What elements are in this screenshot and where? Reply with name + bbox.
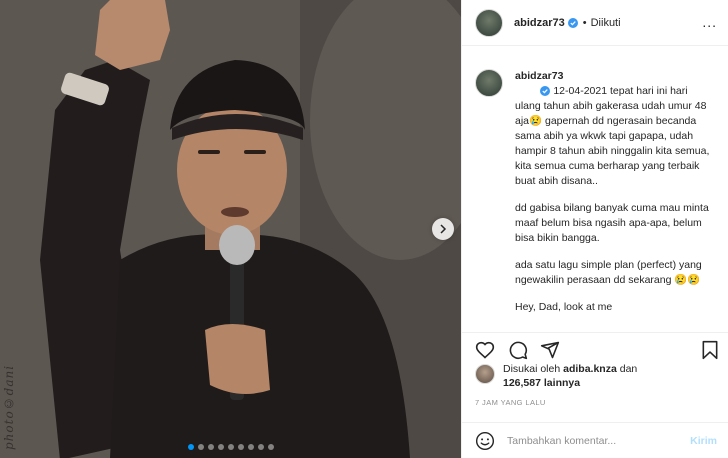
verified-badge-icon <box>540 86 551 97</box>
caption-paragraph: dd gabisa bilang banyak cuma mau minta m… <box>515 202 712 244</box>
chevron-right-icon <box>440 224 447 234</box>
carousel-dot <box>187 444 194 450</box>
post-comment-button[interactable]: Kirim <box>690 435 717 447</box>
caption-area: abidzar73 12-04-2021 tepat hari ini hari… <box>462 47 728 327</box>
post-photo <box>0 0 461 458</box>
post-header: abidzar73 • Diikuti ... <box>462 0 728 46</box>
likes-text: Disukai oleh adiba.knza dan 126,587 lain… <box>503 362 637 390</box>
carousel-dot <box>257 444 264 450</box>
header-username[interactable]: abidzar73 <box>514 17 565 29</box>
post-side-panel: abidzar73 • Diikuti ... abidzar73 12-04-… <box>461 0 728 458</box>
post-media[interactable]: photo©dani <box>0 0 461 458</box>
carousel-dot <box>197 444 204 450</box>
heart-icon[interactable] <box>475 340 495 360</box>
carousel-dot <box>267 444 274 450</box>
comment-icon[interactable] <box>508 340 528 360</box>
likes-suffix[interactable]: lainnya <box>544 377 580 389</box>
carousel-dot <box>237 444 244 450</box>
bookmark-icon[interactable] <box>700 340 720 360</box>
likes-summary: Disukai oleh adiba.knza dan 126,587 lain… <box>475 362 715 390</box>
likes-conjunction: dan <box>619 363 638 375</box>
post-actions <box>462 332 728 362</box>
comment-input[interactable] <box>507 434 667 447</box>
carousel-dot <box>217 444 224 450</box>
avatar[interactable] <box>475 8 503 37</box>
more-options-button[interactable]: ... <box>702 14 717 30</box>
share-icon[interactable] <box>540 340 560 360</box>
carousel-dot <box>247 444 254 450</box>
caption-paragraph: Hey, Dad, look at me <box>515 301 613 313</box>
caption-paragraph: abidzar73 12-04-2021 tepat hari ini hari… <box>515 69 715 189</box>
caption-paragraph: ada satu lagu simple plan (perfect) yang… <box>515 259 705 286</box>
carousel-next-button[interactable] <box>432 218 454 240</box>
liker-username[interactable]: adiba.knza <box>563 363 617 375</box>
likes-count[interactable]: 126,587 <box>503 377 541 389</box>
emoji-icon[interactable] <box>475 431 495 451</box>
caption-body: 12-04-2021 tepat hari ini hari ulang tah… <box>515 85 713 187</box>
photo-watermark: photo©dani <box>2 364 16 450</box>
likes-prefix: Disukai oleh <box>503 363 561 375</box>
carousel-dot <box>207 444 214 450</box>
header-separator: • <box>582 16 587 29</box>
post-timestamp[interactable]: 7 JAM YANG LALU <box>475 398 546 407</box>
caption-username[interactable]: abidzar73 <box>515 70 563 82</box>
caption-text: abidzar73 12-04-2021 tepat hari ini hari… <box>515 69 715 327</box>
carousel-dot <box>227 444 234 450</box>
verified-badge-icon <box>567 17 578 28</box>
avatar[interactable] <box>475 69 503 97</box>
comment-bar: Kirim <box>462 422 728 458</box>
follow-status[interactable]: Diikuti <box>591 17 621 29</box>
avatar[interactable] <box>475 364 495 384</box>
carousel-indicator <box>0 444 461 450</box>
